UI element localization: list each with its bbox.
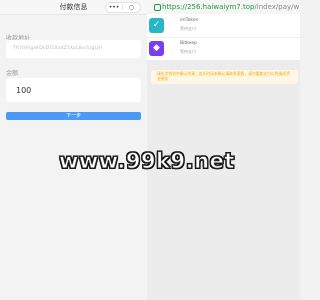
- url-host: https://256.haiwaiym7.top: [162, 3, 255, 11]
- amount-value: 100: [16, 86, 32, 95]
- wallet-name: imToken: [180, 18, 199, 23]
- next-button[interactable]: 下一步: [6, 112, 141, 120]
- wallet-status: 等待支付: [180, 26, 196, 31]
- more-icon[interactable]: •••: [106, 3, 122, 12]
- url-text[interactable]: https://256.haiwaiym7.top/index/pay/w: [162, 3, 299, 11]
- mini-program-capsule[interactable]: ••• ○: [105, 2, 141, 13]
- top-bar: 付款信息 ••• ○: [0, 0, 147, 15]
- notice-text: 请在冷钱包中确认交易，若长时间未确认请联系客服，请勿重复支付以免造成资金损失: [157, 71, 290, 81]
- amount-label: 金额: [6, 70, 19, 77]
- wallet-list: ✓ imToken 等待支付 ◆ Bitkeep 等待支付: [147, 14, 300, 60]
- url-path: /index/pay/w: [254, 3, 300, 11]
- address-value: TR7tHhgaKQvDTCKa4ZYXpL8xrSzgLJH: [13, 46, 103, 51]
- bitkeep-icon: ◆: [149, 41, 164, 56]
- imtoken-icon: ✓: [149, 18, 164, 33]
- wallet-item-bitkeep[interactable]: ◆ Bitkeep 等待支付: [147, 37, 300, 60]
- address-field[interactable]: TR7tHhgaKQvDTCKa4ZYXpL8xrSzgLJH: [6, 40, 141, 58]
- wallet-status: 等待支付: [180, 49, 196, 54]
- wallet-name: Bitkeep: [180, 41, 197, 46]
- screen: 付款信息 ••• ○ 收款地址 TR7tHhgaKQvDTCKa4ZYXpL8x…: [0, 0, 300, 300]
- lock-icon: [154, 4, 161, 11]
- wallet-item-imtoken[interactable]: ✓ imToken 等待支付: [147, 14, 300, 37]
- watermark-text: www.99k9.net: [59, 149, 235, 174]
- notice-banner: 请在冷钱包中确认交易，若长时间未确认请联系客服，请勿重复支付以免造成资金损失: [151, 70, 298, 84]
- close-icon[interactable]: ○: [123, 3, 140, 12]
- amount-field[interactable]: 100: [6, 78, 141, 102]
- browser-address-bar[interactable]: https://256.haiwaiym7.top/index/pay/w: [147, 0, 300, 15]
